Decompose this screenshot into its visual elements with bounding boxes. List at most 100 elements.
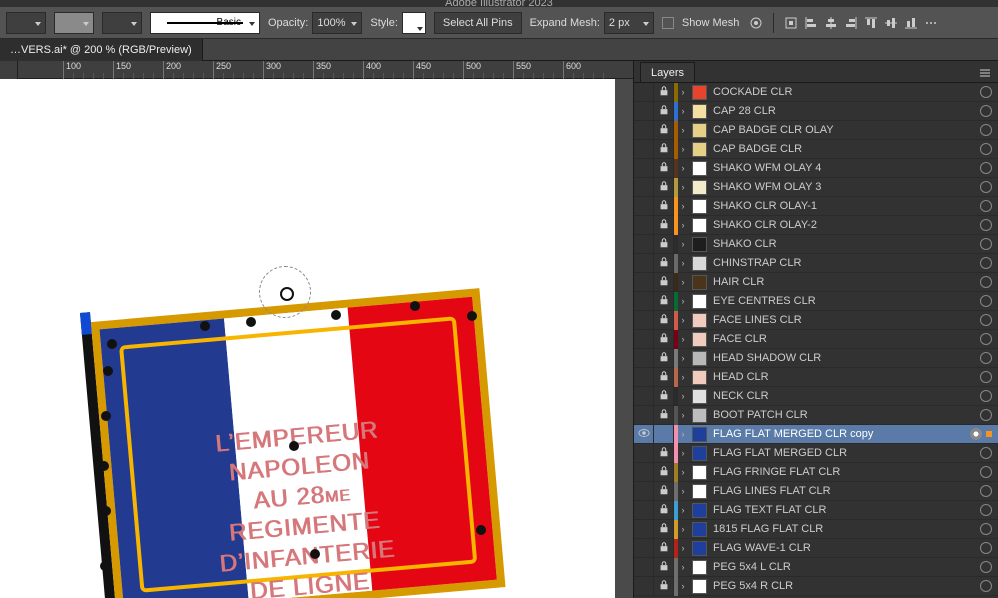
target-icon[interactable] [980, 238, 992, 250]
object-type-dropdown[interactable] [6, 12, 46, 34]
target-icon[interactable] [980, 105, 992, 117]
visibility-toggle[interactable] [634, 273, 654, 292]
visibility-toggle[interactable] [634, 406, 654, 425]
visibility-toggle[interactable] [634, 197, 654, 216]
layer-row[interactable]: ›CAP BADGE CLR [634, 140, 998, 159]
puppet-pin[interactable] [331, 310, 341, 320]
layer-name[interactable]: 1815 FLAG FLAT CLR [711, 523, 976, 535]
expand-arrow-icon[interactable]: › [678, 581, 688, 591]
puppet-pin[interactable] [476, 525, 486, 535]
align-hcenter-icon[interactable] [822, 14, 840, 32]
graphic-style-dropdown[interactable] [402, 12, 426, 34]
target-icon[interactable] [980, 143, 992, 155]
expand-arrow-icon[interactable]: › [678, 201, 688, 211]
visibility-toggle[interactable] [634, 254, 654, 273]
visibility-toggle[interactable] [634, 387, 654, 406]
expand-arrow-icon[interactable]: › [678, 277, 688, 287]
layer-row[interactable]: ›FACE LINES CLR [634, 311, 998, 330]
target-icon[interactable] [980, 504, 992, 516]
visibility-toggle[interactable] [634, 520, 654, 539]
expand-arrow-icon[interactable]: › [678, 220, 688, 230]
lock-toggle[interactable] [654, 83, 674, 102]
target-icon[interactable] [980, 390, 992, 402]
target-icon[interactable] [980, 523, 992, 535]
visibility-toggle[interactable] [634, 178, 654, 197]
lock-toggle[interactable] [654, 311, 674, 330]
layer-row[interactable]: › HEAD SHADOW CLR [634, 349, 998, 368]
layer-row[interactable]: ›HAIR CLR [634, 273, 998, 292]
more-options-icon[interactable] [922, 14, 940, 32]
lock-toggle[interactable] [654, 254, 674, 273]
layer-row[interactable]: ›FLAG WAVE-1 CLR [634, 539, 998, 558]
puppet-mesh-origin[interactable] [259, 266, 311, 318]
lock-toggle[interactable] [654, 102, 674, 121]
puppet-pin[interactable] [467, 311, 477, 321]
tab-layers[interactable]: Layers [640, 62, 695, 82]
panel-menu-icon[interactable] [976, 64, 994, 82]
target-icon[interactable] [980, 409, 992, 421]
visibility-toggle[interactable] [634, 140, 654, 159]
layer-name[interactable]: SHAKO WFM OLAY 4 [711, 162, 976, 174]
layer-name[interactable]: FLAG LINES FLAT CLR [711, 485, 976, 497]
layer-name[interactable]: COCKADE CLR [711, 86, 976, 98]
show-mesh-checkbox[interactable] [662, 17, 674, 29]
layer-name[interactable]: FLAG FLAT MERGED CLR copy [711, 428, 966, 440]
layer-row[interactable]: ›FLAG FLAT MERGED CLR [634, 444, 998, 463]
layer-row[interactable]: ›FLAG TEXT FLAT CLR [634, 501, 998, 520]
target-icon[interactable] [980, 181, 992, 193]
flag-artwork[interactable]: L’EMPEREUR NAPOLEON AU 28ME REGIMENTE D’… [80, 276, 533, 598]
target-icon[interactable] [980, 314, 992, 326]
puppet-pin[interactable] [289, 441, 299, 451]
align-right-icon[interactable] [842, 14, 860, 32]
target-icon[interactable] [980, 162, 992, 174]
layer-name[interactable]: SHAKO WFM OLAY 3 [711, 181, 976, 193]
puppet-overlap-icon[interactable] [747, 14, 765, 32]
target-icon[interactable] [980, 124, 992, 136]
layer-name[interactable]: FLAG FRINGE FLAT CLR [711, 466, 976, 478]
target-icon[interactable] [980, 352, 992, 364]
lock-toggle[interactable] [654, 216, 674, 235]
target-icon[interactable] [980, 542, 992, 554]
expand-arrow-icon[interactable]: › [678, 410, 688, 420]
puppet-pin[interactable] [107, 339, 117, 349]
expand-arrow-icon[interactable]: › [678, 315, 688, 325]
target-icon[interactable] [980, 485, 992, 497]
target-icon[interactable] [980, 447, 992, 459]
expand-arrow-icon[interactable]: › [678, 429, 688, 439]
lock-toggle[interactable] [654, 558, 674, 577]
lock-toggle[interactable] [654, 463, 674, 482]
layer-row[interactable]: › HEAD CLR [634, 368, 998, 387]
layer-name[interactable]: SHAKO CLR [711, 238, 976, 250]
expand-arrow-icon[interactable]: › [678, 258, 688, 268]
layer-row[interactable]: ›PEG 5x4 L CLR [634, 558, 998, 577]
visibility-toggle[interactable] [634, 235, 654, 254]
visibility-toggle[interactable] [634, 444, 654, 463]
layer-name[interactable]: BOOT PATCH CLR [711, 409, 976, 421]
layer-row[interactable]: ›SHAKO CLR OLAY-1 [634, 197, 998, 216]
lock-toggle[interactable] [654, 235, 674, 254]
select-all-pins-button[interactable]: Select All Pins [434, 12, 522, 34]
lock-toggle[interactable] [654, 520, 674, 539]
stroke-color-dropdown[interactable] [102, 12, 142, 34]
puppet-pin[interactable] [100, 561, 110, 571]
align-top-icon[interactable] [862, 14, 880, 32]
lock-toggle[interactable] [654, 387, 674, 406]
lock-toggle[interactable] [654, 368, 674, 387]
layer-row[interactable]: › PEG 5x4 R CLR [634, 577, 998, 596]
visibility-toggle[interactable] [634, 292, 654, 311]
layer-name[interactable]: SHAKO CLR OLAY-2 [711, 219, 976, 231]
target-icon[interactable] [980, 257, 992, 269]
layers-list[interactable]: ›COCKADE CLR›CAP 28 CLR›CAP BADGE CLR OL… [634, 83, 998, 598]
target-icon[interactable] [980, 561, 992, 573]
layer-name[interactable]: FLAG WAVE-1 CLR [711, 542, 976, 554]
lock-toggle[interactable] [654, 539, 674, 558]
expand-arrow-icon[interactable]: › [678, 125, 688, 135]
lock-toggle[interactable] [654, 425, 674, 444]
lock-toggle[interactable] [654, 444, 674, 463]
layer-row[interactable]: ›NECK CLR [634, 387, 998, 406]
layer-name[interactable]: PEG 5x4 R CLR [711, 580, 976, 592]
layer-row[interactable]: ›1815 FLAG FLAT CLR [634, 520, 998, 539]
expand-arrow-icon[interactable]: › [678, 296, 688, 306]
layer-row[interactable]: ›CHINSTRAP CLR [634, 254, 998, 273]
visibility-toggle[interactable] [634, 558, 654, 577]
